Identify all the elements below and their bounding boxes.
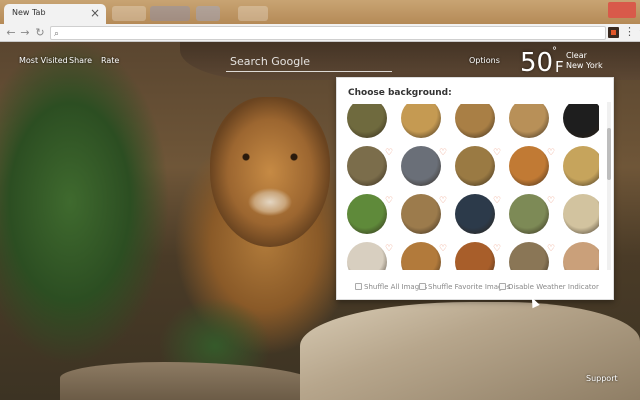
background-thumbnail[interactable] [401,242,441,270]
search-input[interactable] [226,52,392,71]
background-thumbnail[interactable] [347,146,387,186]
background-thumbnail[interactable] [509,194,549,234]
favorite-heart-icon[interactable]: ♡ [493,244,503,254]
shuffle-favorite-checkbox[interactable]: Shuffle Favorite Images [419,283,510,291]
favorite-heart-icon[interactable]: ♡ [547,196,557,206]
background-thumbnail[interactable] [563,194,599,234]
background-tab[interactable] [196,6,220,21]
background-thumbnail[interactable] [455,104,495,138]
search-bar [226,52,392,72]
favorite-heart-icon[interactable]: ♡ [547,244,557,254]
search-icon: ⌕ [54,28,60,38]
background-thumbnail[interactable] [509,104,549,138]
window-close-button[interactable] [608,2,636,18]
forward-icon[interactable]: → [18,26,32,40]
scrollbar-thumb[interactable] [607,128,611,180]
disable-weather-checkbox[interactable]: Disable Weather Indicator [499,283,599,291]
favorite-heart-icon[interactable]: ♡ [385,244,395,254]
shuffle-all-checkbox[interactable]: Shuffle All Images [355,283,427,291]
background-thumbnail[interactable] [563,146,599,186]
background-tab[interactable] [112,6,146,21]
background-thumbnail[interactable] [563,242,599,270]
background-thumbnail[interactable] [347,242,387,270]
favorite-heart-icon[interactable]: ♡ [493,196,503,206]
browser-menu-icon[interactable]: ⋮ [624,25,635,38]
background-thumbnail[interactable] [347,194,387,234]
background-thumbnail[interactable] [455,242,495,270]
rock [300,302,640,400]
background-thumbnail[interactable] [347,104,387,138]
close-tab-icon[interactable]: × [90,6,100,20]
shuffle-all-label: Shuffle All Images [364,283,428,291]
background-thumbnail[interactable] [509,146,549,186]
favorite-heart-icon[interactable]: ♡ [385,196,395,206]
weather-temperature: 50 [520,48,554,78]
disable-weather-label: Disable Weather Indicator [508,283,599,291]
back-icon[interactable]: ← [4,26,18,40]
checkbox-icon [419,283,426,290]
checkbox-icon [499,283,506,290]
background-thumbnail[interactable] [509,242,549,270]
background-thumbnail[interactable] [455,194,495,234]
favorite-heart-icon[interactable]: ♡ [439,148,449,158]
panel-title: Choose background: [348,88,452,98]
address-bar[interactable]: ⌕ ☆ [50,26,640,40]
log [60,362,320,400]
support-link[interactable]: Support [586,374,618,383]
choose-background-panel: Choose background: ♡♡♡♡♡♡♡♡♡♡♡♡♡♡♡ Shuff… [336,77,614,300]
background-thumbnail[interactable] [401,104,441,138]
tab-title: New Tab [12,8,46,17]
favorite-heart-icon[interactable]: ♡ [547,148,557,158]
rate-link[interactable]: Rate [101,56,119,65]
background-thumbnail[interactable] [401,146,441,186]
thumbnail-grid: ♡♡♡♡♡♡♡♡♡♡♡♡♡♡♡ [345,104,599,270]
weather-degree: ° [552,46,557,57]
favorite-heart-icon[interactable]: ♡ [439,244,449,254]
weather-city: New York [566,61,603,70]
background-tab[interactable] [238,6,268,21]
background-thumbnail[interactable] [455,146,495,186]
tab-new-tab[interactable]: New Tab × [4,4,106,24]
panel-scrollbar[interactable] [607,102,611,270]
favorite-heart-icon[interactable]: ♡ [385,148,395,158]
options-link[interactable]: Options [469,56,500,65]
share-link[interactable]: Share [69,56,92,65]
jaguar-head [210,97,330,247]
reload-icon[interactable]: ↻ [33,26,47,40]
background-thumbnail[interactable] [563,104,599,138]
checkbox-icon [355,283,362,290]
weather-condition: Clear [566,51,587,60]
most-visited-link[interactable]: Most Visited [19,56,68,65]
favorite-heart-icon[interactable]: ♡ [439,196,449,206]
extension-icon[interactable] [608,27,619,38]
tab-strip: New Tab × [0,0,640,24]
background-thumbnail[interactable] [401,194,441,234]
favorite-heart-icon[interactable]: ♡ [493,148,503,158]
browser-toolbar: ← → ↻ ⌕ ☆ ⋮ [0,24,640,42]
background-tab[interactable] [150,6,190,21]
weather-unit: F [555,58,564,76]
